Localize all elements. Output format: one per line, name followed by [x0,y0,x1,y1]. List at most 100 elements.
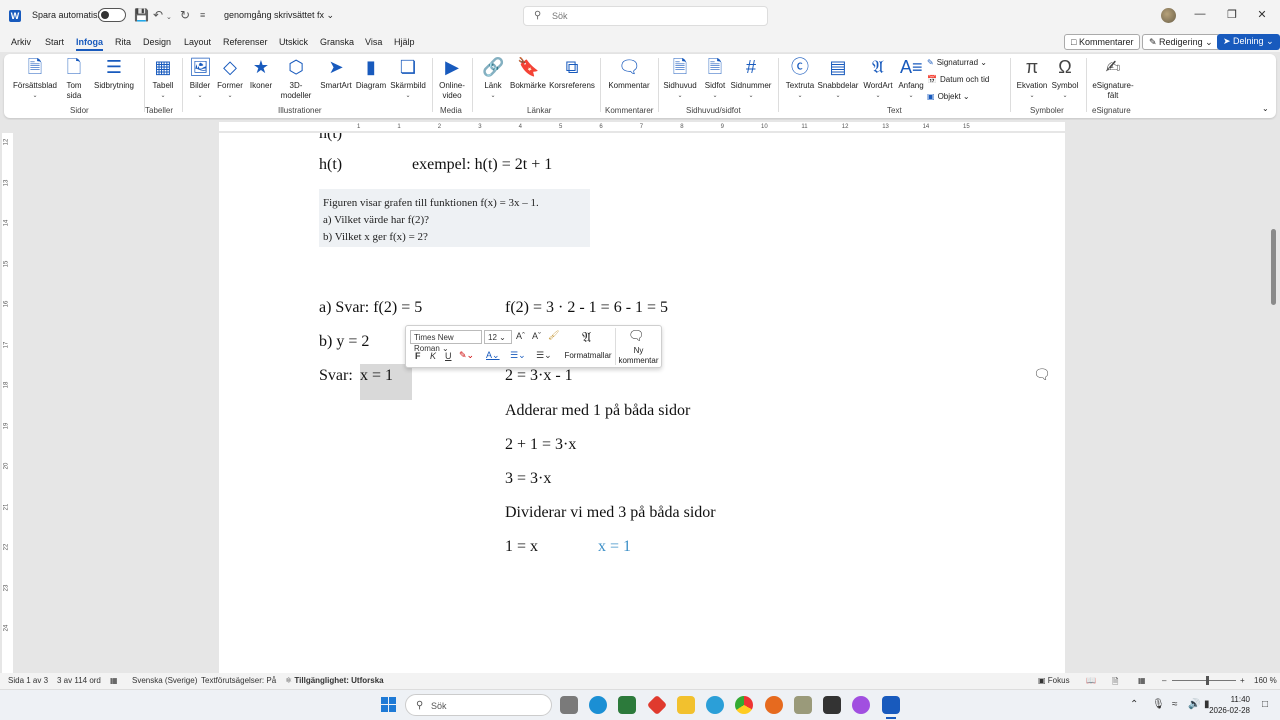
wifi-icon[interactable]: ≈ [1172,699,1178,710]
zoom-slider[interactable] [1172,680,1236,681]
pictures-button[interactable]: 🖼 Bilder ⌄ [186,56,214,101]
tab-visa[interactable]: Visa [365,37,382,47]
tab-hjalp[interactable]: Hjälp [394,37,415,47]
comment-button[interactable]: 🗨 Kommentar [604,56,654,91]
zoom-out-icon[interactable]: – [1162,676,1166,685]
word-taskbar-icon[interactable] [882,696,900,714]
tab-utskick[interactable]: Utskick [279,37,308,47]
embedded-task-image[interactable]: Figuren visar grafen till funktionen f(x… [319,189,590,247]
online-video-button[interactable]: ▶ Online- video [434,56,470,101]
bold-button[interactable]: F [415,351,421,361]
styles-icon[interactable]: 𝔄 [582,329,591,346]
vertical-scrollbar[interactable] [1270,133,1276,673]
microphone-icon[interactable]: 🎙 [1152,699,1165,710]
font-size-select[interactable]: 12 ⌄ [484,330,512,344]
esignature-button[interactable]: ✍ eSignature- fält [1088,56,1138,101]
grow-font-icon[interactable]: Aˆ [516,331,525,341]
styles-label[interactable]: Formatmallar [563,351,613,361]
page-number-button[interactable]: # Sidnummer ⌄ [728,56,774,101]
screenshot-button[interactable]: ❏ Skärmbild ⌄ [388,56,428,101]
comment-marker-icon[interactable]: 🗨 [1033,366,1051,383]
web-layout-icon[interactable]: ▦ [1138,676,1146,685]
proofing-icon[interactable]: ▦ [110,676,118,685]
tab-referenser[interactable]: Referenser [223,37,268,47]
shrink-font-icon[interactable]: Aˇ [532,331,541,341]
highlight-color-icon[interactable]: ✎⌄ [459,350,474,361]
font-color-icon[interactable]: A⌄ [486,350,500,361]
table-button[interactable]: ▦ Tabell ⌄ [148,56,178,101]
edge-icon[interactable] [589,696,607,714]
taskbar-search[interactable]: ⚲ Sök [405,694,552,716]
page-break-button[interactable]: ☰ Sidbrytning [90,56,138,91]
text-box-button[interactable]: ⓒ Textruta ⌄ [782,56,818,101]
3d-models-button[interactable]: ⬡ 3D- modeller [276,56,316,101]
cross-reference-button[interactable]: ⧉ Korsreferens [548,56,596,91]
search-box[interactable]: ⚲ Sök [523,6,768,26]
app-dark-icon[interactable] [823,696,841,714]
store-icon[interactable] [618,696,636,714]
accessibility-checker[interactable]: ⚛ Tillgänglighet: Utforska [285,676,384,685]
link-button[interactable]: 🔗 Länk ⌄ [478,56,508,101]
firefox-icon[interactable] [765,696,783,714]
text-predictions[interactable]: Textförutsägelser: På [201,676,276,685]
zoom-slider-thumb[interactable] [1206,676,1209,685]
blank-page-button[interactable]: 🗋 Tom sida [60,56,88,101]
focus-button[interactable]: ▣ Fokus [1038,676,1070,685]
shapes-button[interactable]: ◇ Former ⌄ [214,56,246,101]
equation-button[interactable]: π Ekvation ⌄ [1014,56,1050,101]
autosave-toggle[interactable] [98,8,126,22]
page-count[interactable]: Sida 1 av 3 [8,676,48,685]
symbol-button[interactable]: Ω Symbol ⌄ [1048,56,1082,101]
app-blue-icon[interactable] [706,696,724,714]
new-comment-label[interactable]: Ny kommentar [616,346,661,366]
date-time-button[interactable]: 📅 Datum och tid [927,75,989,84]
object-button[interactable]: ▣ Objekt ⌄ [927,92,970,101]
undo-icon[interactable]: ↶ [153,8,163,22]
horizontal-ruler[interactable]: 1 1 2 3 4 5 6 7 8 9 10 11 12 13 14 15 [0,120,1280,133]
windows-start-icon[interactable] [381,697,397,713]
word-count[interactable]: 3 av 114 ord [57,676,101,685]
new-comment-icon[interactable]: 🗨 [628,328,645,344]
zoom-level[interactable]: 160 % [1254,676,1277,685]
icons-button[interactable]: ★ Ikoner [246,56,276,91]
notifications-icon[interactable]: □ [1262,699,1268,710]
font-name-select[interactable]: Times New Roman ⌄ [410,330,482,353]
tab-design[interactable]: Design [143,37,171,47]
file-explorer-icon[interactable] [677,696,695,714]
redo-icon[interactable]: ↻ [180,8,190,22]
drop-cap-button[interactable]: A≡ Anfang ⌄ [894,56,928,101]
chrome-icon[interactable] [735,696,753,714]
chevron-up-icon[interactable]: ⌃ [1130,699,1138,710]
italic-button[interactable]: K [430,351,436,361]
format-painter-icon[interactable]: 🖌 [548,330,559,341]
minimize-icon[interactable]: — [1190,8,1210,20]
tab-layout[interactable]: Layout [184,37,211,47]
app-purple-icon[interactable] [852,696,870,714]
tab-rita[interactable]: Rita [115,37,131,47]
close-icon[interactable]: ✕ [1252,8,1272,21]
cover-page-button[interactable]: 🗎 Försättsblad ⌄ [12,56,58,101]
wordart-button[interactable]: 𝔄 WordArt ⌄ [860,56,896,101]
read-mode-icon[interactable]: 📖 [1086,676,1096,685]
undo-dropdown-icon[interactable]: ⌄ [166,11,172,25]
numbered-list-icon[interactable]: ☰⌄ [510,350,526,361]
task-view-icon[interactable] [560,696,578,714]
language[interactable]: Svenska (Sverige) [132,676,197,685]
tab-infoga[interactable]: Infoga [76,37,103,51]
signature-line-button[interactable]: ✎ Signaturrad ⌄ [927,58,987,67]
clock[interactable]: 11:40 2026-02-28 [1209,694,1250,716]
app-red-icon[interactable] [646,694,668,716]
smartart-button[interactable]: ➤ SmartArt [318,56,354,91]
quick-parts-button[interactable]: ▤ Snabbdelar ⌄ [816,56,860,101]
zoom-in-icon[interactable]: + [1240,676,1245,685]
share-button[interactable]: ➤ Delning ⌄ [1217,34,1280,50]
document-title[interactable]: genomgång skrivsättet fx ⌄ [224,10,334,21]
underline-button[interactable]: U [445,351,452,361]
maximize-icon[interactable]: ❐ [1222,8,1242,21]
tab-start[interactable]: Start [45,37,64,47]
app-archive-icon[interactable] [794,696,812,714]
customize-toolbar-icon[interactable]: ≡ [200,8,205,22]
footer-button[interactable]: 🗎 Sidfot ⌄ [700,56,730,101]
header-button[interactable]: 🗎 Sidhuvud ⌄ [660,56,700,101]
editing-button[interactable]: ✎ Redigering ⌄ [1142,34,1220,50]
